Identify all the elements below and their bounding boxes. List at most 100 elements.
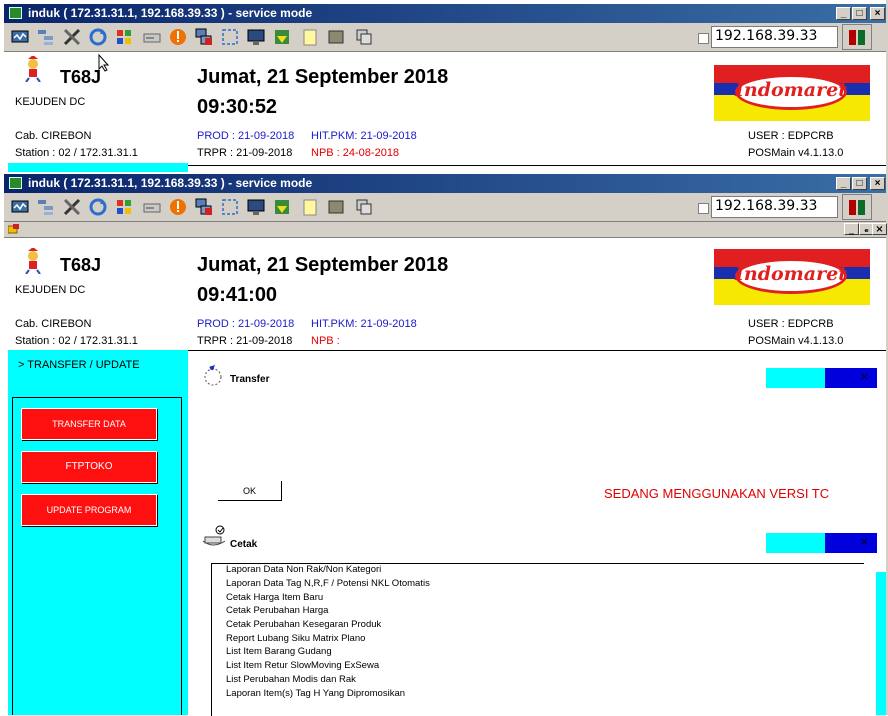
indomaret-logo: Indomaret — [714, 249, 870, 305]
download-icon[interactable] — [272, 27, 292, 47]
main-divider — [188, 350, 886, 351]
list-item[interactable]: List Item Barang Gudang — [226, 646, 332, 657]
trpr-label: TRPR : 21-09-2018 — [197, 335, 293, 347]
mdi-minimize-button[interactable]: _ — [844, 223, 859, 235]
mascot-icon — [20, 55, 46, 85]
toolbar-2: 192.168.39.33 — [4, 193, 886, 222]
toolbar-1: 192.168.39.33 — [4, 23, 886, 52]
maximize-button[interactable]: □ — [852, 177, 867, 190]
monitor-icon[interactable] — [10, 27, 30, 47]
dc-name: KEJUDEN DC — [15, 96, 86, 108]
box-icon[interactable] — [326, 27, 346, 47]
station-label: Station : 02 / 172.31.31.1 — [15, 147, 138, 159]
tools-icon[interactable] — [62, 27, 82, 47]
list-item[interactable]: Laporan Data Non Rak/Non Kategori — [226, 564, 381, 575]
mdi-bar: _ ₑ × — [4, 222, 887, 238]
refresh-icon[interactable] — [88, 27, 108, 47]
store-header-2: T68J KEJUDEN DC Jumat, 21 September 2018… — [8, 238, 886, 350]
ip-checkbox[interactable] — [698, 203, 709, 214]
update-program-button[interactable]: UPDATE PROGRAM — [21, 494, 157, 526]
prod-label: PROD : 21-09-2018 — [197, 318, 295, 330]
ip-checkbox[interactable] — [698, 33, 709, 44]
windows-icon[interactable] — [114, 197, 134, 217]
time-label: 09:30:52 — [197, 96, 278, 118]
refresh-icon[interactable] — [88, 197, 108, 217]
mouse-cursor-icon — [98, 53, 110, 75]
tree-icon[interactable] — [36, 197, 56, 217]
divider-line — [188, 165, 886, 166]
windows-icon[interactable] — [114, 27, 134, 47]
warning-icon[interactable] — [168, 197, 188, 217]
copy-icon[interactable] — [354, 197, 374, 217]
close-button[interactable]: × — [870, 177, 885, 190]
box-icon[interactable] — [326, 197, 346, 217]
list-item[interactable]: Report Lubang Siku Matrix Plano — [226, 633, 365, 644]
dc-name: KEJUDEN DC — [15, 284, 86, 296]
npb-label: NPB : 24-08-2018 — [311, 147, 400, 159]
ok-button[interactable]: OK — [218, 481, 282, 501]
title-bar-2[interactable]: induk ( 172.31.31.1, 192.168.39.33 ) - s… — [4, 174, 886, 193]
maximize-button[interactable]: □ — [852, 7, 867, 20]
transfer-toggle-bar[interactable]: × — [766, 368, 877, 388]
hit-pkm-label: HIT.PKM: 21-09-2018 — [311, 318, 417, 330]
list-item[interactable]: List Perubahan Modis dan Rak — [226, 674, 356, 685]
transfer-collapse-icon[interactable]: × — [860, 370, 869, 383]
ip-address-field[interactable]: 192.168.39.33 — [711, 196, 838, 218]
list-item[interactable]: Laporan Data Tag N,R,F / Potensi NKL Oto… — [226, 578, 430, 589]
note-icon[interactable] — [300, 197, 320, 217]
download-icon[interactable] — [272, 197, 292, 217]
drive-icon[interactable] — [142, 27, 162, 47]
monitor-icon[interactable] — [10, 197, 30, 217]
date-label: Jumat, 21 September 2018 — [197, 66, 449, 88]
tree-icon[interactable] — [36, 27, 56, 47]
store-code: T68J — [60, 255, 102, 275]
transfer-data-button[interactable]: TRANSFER DATA — [21, 408, 157, 440]
time-label: 09:41:00 — [197, 284, 278, 306]
close-button[interactable]: × — [870, 7, 885, 20]
sidebar-button-panel — [12, 397, 182, 715]
date-label: Jumat, 21 September 2018 — [197, 254, 449, 276]
cetak-collapse-icon[interactable]: × — [860, 535, 869, 548]
version-label: POSMain v4.1.13.0 — [748, 147, 844, 159]
prod-label: PROD : 21-09-2018 — [197, 130, 295, 142]
fullscreen-icon[interactable] — [220, 197, 240, 217]
cetak-title: Cetak — [230, 539, 258, 550]
sidebar: > TRANSFER / UPDATE — [8, 350, 188, 715]
copy-icon[interactable] — [354, 27, 374, 47]
list-item[interactable]: Cetak Perubahan Kesegaran Produk — [226, 619, 381, 630]
flag-button[interactable] — [842, 24, 872, 50]
window-title: induk ( 172.31.31.1, 192.168.39.33 ) - s… — [28, 176, 313, 190]
store-header-1: T68J KEJUDEN DC Jumat, 21 September 2018… — [8, 52, 886, 166]
minimize-button[interactable]: _ — [836, 7, 851, 20]
network-remove-icon[interactable] — [194, 27, 214, 47]
minimize-button[interactable]: _ — [836, 177, 851, 190]
store-code: T68J — [60, 67, 102, 87]
note-icon[interactable] — [300, 27, 320, 47]
cetak-toggle-bar[interactable]: × — [766, 533, 877, 553]
list-item[interactable]: List Item Retur SlowMoving ExSewa — [226, 660, 379, 671]
transfer-title: Transfer — [230, 374, 270, 385]
trpr-label: TRPR : 21-09-2018 — [197, 147, 293, 159]
mascot-icon — [20, 247, 46, 277]
hit-pkm-label: HIT.PKM: 21-09-2018 — [311, 130, 417, 142]
fullscreen-icon[interactable] — [220, 27, 240, 47]
print-icon — [201, 525, 227, 554]
ftptoko-button[interactable]: FTPTOKO — [21, 451, 157, 483]
ip-address-field[interactable]: 192.168.39.33 — [711, 26, 838, 48]
tools-icon[interactable] — [62, 197, 82, 217]
network-remove-icon[interactable] — [194, 197, 214, 217]
user-label: USER : EDPCRB — [748, 130, 834, 142]
drive-icon[interactable] — [142, 197, 162, 217]
sidebar-title: > TRANSFER / UPDATE — [18, 359, 140, 371]
list-item[interactable]: Cetak Harga Item Baru — [226, 592, 323, 603]
list-item[interactable]: Laporan Item(s) Tag H Yang Dipromosikan — [226, 688, 405, 699]
screen-icon[interactable] — [246, 27, 266, 47]
list-item[interactable]: Cetak Perubahan Harga — [226, 605, 328, 616]
version-label: POSMain v4.1.13.0 — [748, 335, 844, 347]
screen-icon[interactable] — [246, 197, 266, 217]
flag-button[interactable] — [842, 194, 872, 220]
indomaret-logo: Indomaret — [714, 65, 870, 121]
mdi-close-button[interactable]: × — [872, 223, 887, 235]
warning-icon[interactable] — [168, 27, 188, 47]
title-bar-1[interactable]: induk ( 172.31.31.1, 192.168.39.33 ) - s… — [4, 4, 886, 23]
